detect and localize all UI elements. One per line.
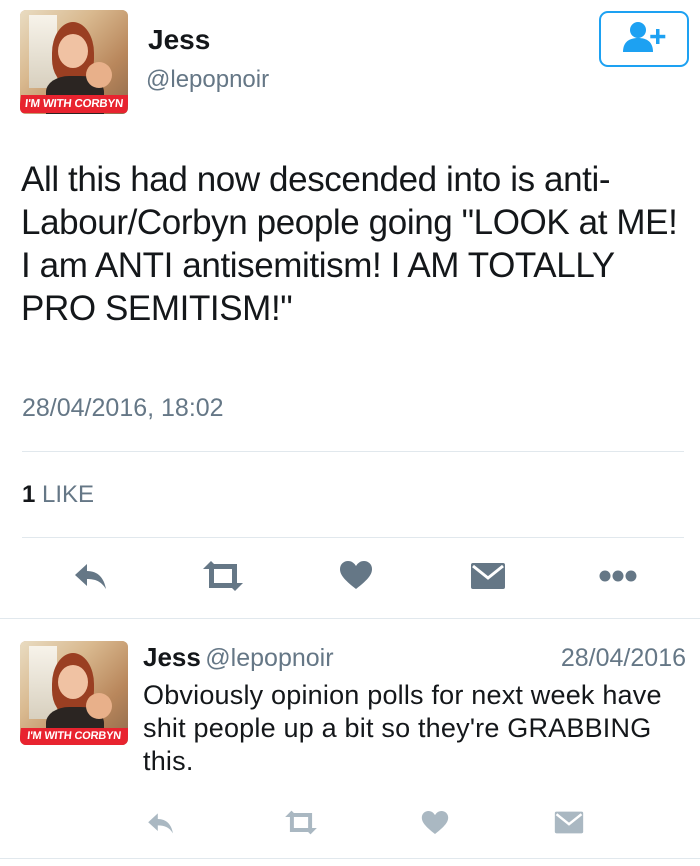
likes-label: LIKE xyxy=(42,481,95,508)
more-button[interactable] xyxy=(594,560,642,596)
reply-header: Jess @lepopnoir xyxy=(143,642,334,673)
retweet-icon xyxy=(199,559,247,598)
add-user-icon xyxy=(621,20,667,59)
message-icon xyxy=(554,810,584,840)
likes-count[interactable]: 1 LIKE xyxy=(22,481,94,509)
reply-message-button[interactable] xyxy=(550,808,588,842)
reply-reply-button[interactable] xyxy=(141,808,181,842)
reply-date[interactable]: 28/04/2016 xyxy=(561,644,686,673)
more-icon xyxy=(598,569,638,588)
like-button[interactable] xyxy=(334,557,378,597)
reply-author-name[interactable]: Jess xyxy=(143,642,201,672)
reply-icon xyxy=(73,561,109,596)
author-name[interactable]: Jess xyxy=(148,24,210,56)
tweet-timestamp[interactable]: 28/04/2016, 18:02 xyxy=(22,394,224,423)
divider xyxy=(0,858,700,859)
reply-avatar[interactable]: I'M WITH CORBYN xyxy=(20,641,128,745)
message-button[interactable] xyxy=(466,558,510,598)
like-icon xyxy=(421,810,449,840)
reply-retweet-button[interactable] xyxy=(278,808,324,842)
avatar[interactable]: I'M WITH CORBYN xyxy=(20,10,128,114)
reply-icon xyxy=(146,811,176,840)
reply-text: Obviously opinion polls for next week ha… xyxy=(143,680,662,776)
retweet-icon xyxy=(282,809,320,841)
tweet-text: All this had now descended into is anti-… xyxy=(21,160,678,329)
retweet-button[interactable] xyxy=(196,558,250,598)
author-handle[interactable]: @lepopnoir xyxy=(146,66,269,94)
avatar-banner: I'M WITH CORBYN xyxy=(20,95,128,113)
divider xyxy=(0,618,700,619)
divider xyxy=(22,537,684,538)
reply-like-button[interactable] xyxy=(416,808,454,842)
divider xyxy=(22,451,684,452)
reply-author-handle[interactable]: @lepopnoir xyxy=(205,644,333,672)
avatar-banner: I'M WITH CORBYN xyxy=(20,728,128,745)
message-icon xyxy=(470,561,506,596)
follow-button[interactable] xyxy=(599,11,689,67)
like-icon xyxy=(339,560,373,595)
likes-number: 1 xyxy=(22,481,36,508)
reply-button[interactable] xyxy=(68,558,114,598)
